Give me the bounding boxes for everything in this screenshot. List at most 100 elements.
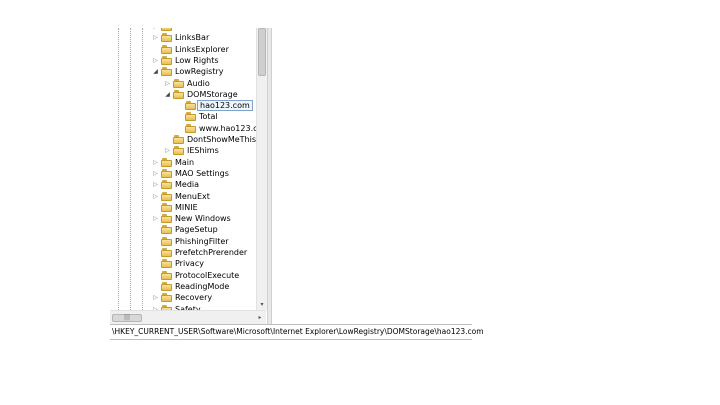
tree-item[interactable]: ProtocolExecute [110, 270, 256, 281]
tree-vertical-scrollbar[interactable]: ▾ [256, 28, 267, 310]
tree-item-label: New Windows [175, 214, 231, 224]
empty-arrow-slot [152, 224, 159, 235]
empty-arrow-slot [152, 258, 159, 269]
collapsed-arrow-icon[interactable]: ▷ [152, 191, 159, 202]
tree-item-label: Main [175, 157, 195, 167]
tree-item-label: LowRegistry [175, 67, 224, 77]
folder-icon [173, 89, 184, 99]
tree-item-selected[interactable]: hao123.com [110, 100, 256, 112]
tree-item-label: PageSetup [175, 225, 218, 235]
tree-item[interactable]: ◢ LowRegistry [110, 66, 256, 77]
tree-item-label: LinksBar [175, 33, 210, 43]
folder-icon [185, 112, 196, 122]
tree-item-label: LinksExplorer [175, 44, 229, 54]
tree-item[interactable]: ▷ Audio [110, 78, 256, 89]
tree-item[interactable]: ▷ Recovery [110, 292, 256, 303]
empty-arrow-slot [152, 270, 159, 281]
tree-item[interactable]: PrefetchPrerender [110, 247, 256, 258]
tree-item[interactable]: Total [110, 111, 256, 122]
tree-item[interactable]: ▷ Main [110, 157, 256, 168]
folder-icon [161, 33, 172, 43]
folder-icon [161, 281, 172, 291]
tree-item-label: Audio [187, 78, 210, 88]
tree-item-label: PrefetchPrerender [175, 248, 248, 257]
empty-arrow-slot [176, 123, 183, 134]
tree-item-label: Media [175, 180, 200, 190]
registry-tree-pane[interactable]: ▷▷LinksBarLinksExplorer▷Low Rights◢LowRe… [110, 28, 256, 310]
tree-item[interactable]: ▷ New Windows [110, 213, 256, 224]
expanded-arrow-icon[interactable]: ◢ [152, 66, 159, 77]
folder-icon [161, 202, 172, 212]
tree-item-label: DOMStorage [187, 89, 238, 99]
pane-splitter[interactable] [267, 28, 272, 324]
tree-item[interactable]: ◢ DOMStorage [110, 89, 256, 100]
tree-item-label: Low Rights [175, 55, 219, 65]
empty-arrow-slot [176, 100, 183, 111]
scroll-down-arrow-icon[interactable]: ▾ [257, 300, 267, 310]
tree-item[interactable]: LinksExplorer [110, 44, 256, 55]
collapsed-arrow-icon[interactable]: ▷ [152, 168, 159, 179]
folder-icon [161, 259, 172, 269]
tree-item[interactable]: MINIE [110, 202, 256, 213]
folder-icon [161, 44, 172, 54]
tree-item[interactable]: DontShowMeThisDi [110, 134, 256, 145]
empty-arrow-slot [164, 134, 171, 145]
scroll-right-arrow-icon[interactable]: ▸ [256, 313, 264, 323]
tree-item-label: MAO Settings [175, 168, 229, 178]
folder-icon [161, 157, 172, 167]
empty-arrow-slot [152, 202, 159, 213]
tree-item-label: ProtocolExecute [175, 270, 240, 280]
tree-item-label: ReadingMode [175, 281, 230, 291]
folder-icon [161, 28, 172, 31]
collapsed-arrow-icon[interactable]: ▷ [152, 157, 159, 168]
tree-item-label: MenuExt [175, 191, 210, 201]
tree-item[interactable]: ▷ MenuExt [110, 191, 256, 202]
collapsed-arrow-icon[interactable]: ▷ [152, 32, 159, 43]
status-bar: \HKEY_CURRENT_USER\Software\Microsoft\In… [110, 324, 484, 340]
folder-icon [161, 293, 172, 303]
empty-arrow-slot [152, 236, 159, 247]
status-bar-path: \HKEY_CURRENT_USER\Software\Microsoft\In… [112, 327, 484, 336]
tree-item[interactable]: PhishingFilter [110, 236, 256, 247]
collapsed-arrow-icon[interactable]: ▷ [152, 292, 159, 303]
tree-item[interactable]: ▷ Low Rights [110, 55, 256, 66]
folder-icon [161, 225, 172, 235]
collapsed-arrow-icon[interactable]: ▷ [164, 145, 171, 156]
collapsed-arrow-icon[interactable]: ▷ [152, 55, 159, 66]
tree-item[interactable]: ▷ LinksBar [110, 32, 256, 43]
tree-item-label: MINIE [175, 202, 198, 212]
collapsed-arrow-icon[interactable]: ▷ [152, 213, 159, 224]
folder-icon [185, 123, 196, 133]
tree-item-label: DontShowMeThisDi [187, 135, 256, 144]
expanded-arrow-icon[interactable]: ◢ [164, 89, 171, 100]
empty-arrow-slot [152, 281, 159, 292]
tree-item[interactable]: ▷ Media [110, 179, 256, 190]
folder-icon [161, 168, 172, 178]
empty-arrow-slot [152, 247, 159, 258]
tree-item[interactable]: ▷ MAO Settings [110, 168, 256, 179]
tree-item[interactable]: ReadingMode [110, 281, 256, 292]
tree-item-label: hao123.com [197, 100, 253, 112]
tree-item-label: Recovery [175, 293, 213, 303]
empty-arrow-slot [152, 44, 159, 55]
horizontal-scroll-thumb[interactable]: ||| [112, 314, 142, 322]
tree-item-label: www.hao123.co [199, 123, 256, 133]
vertical-scroll-thumb[interactable] [258, 28, 266, 76]
folder-icon [161, 180, 172, 190]
empty-arrow-slot [176, 111, 183, 122]
tree-item-label: Total [199, 112, 218, 122]
collapsed-arrow-icon[interactable]: ▷ [152, 179, 159, 190]
tree-item[interactable]: PageSetup [110, 224, 256, 235]
folder-icon [173, 78, 184, 88]
folder-icon [161, 55, 172, 65]
tree-item[interactable]: www.hao123.co [110, 123, 256, 134]
folder-icon [185, 101, 196, 111]
tree-item[interactable]: Privacy [110, 258, 256, 269]
tree-item-label: PhishingFilter [175, 236, 229, 246]
collapsed-arrow-icon[interactable]: ▷ [164, 78, 171, 89]
folder-icon [173, 135, 184, 144]
folder-icon [161, 270, 172, 280]
tree-item[interactable]: ▷ IEShims [110, 145, 256, 156]
folder-icon [161, 236, 172, 246]
tree-horizontal-scrollbar[interactable]: ||| ▸ [110, 310, 266, 325]
